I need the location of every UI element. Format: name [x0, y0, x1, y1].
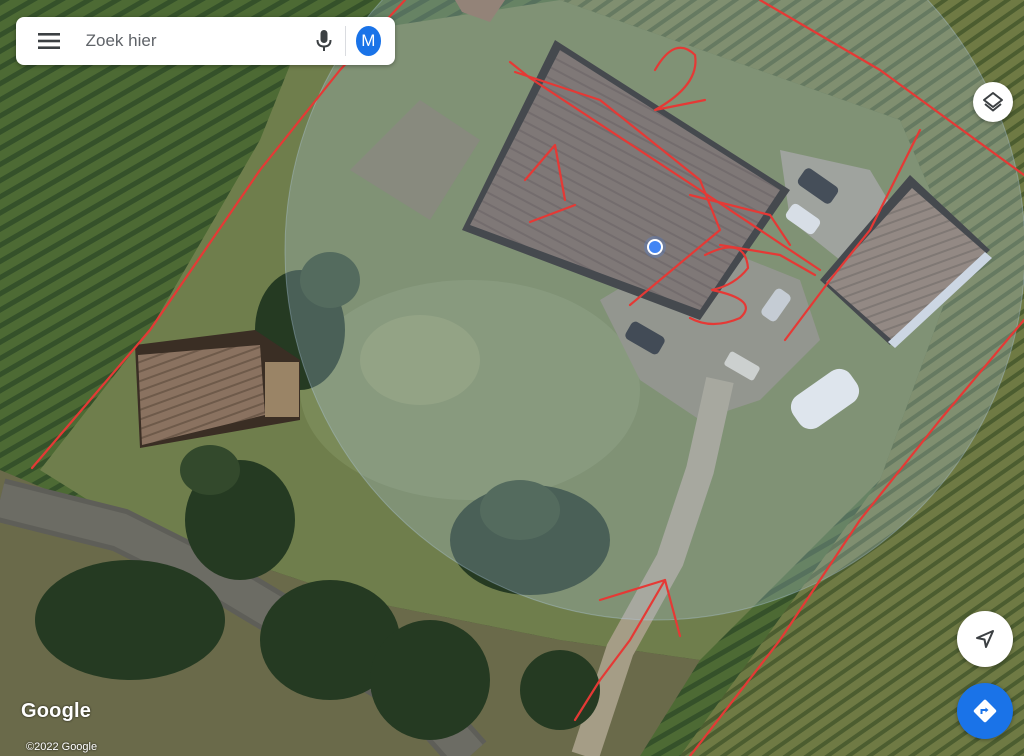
menu-button[interactable]	[32, 21, 66, 61]
search-input[interactable]	[83, 20, 309, 62]
navigation-arrow-icon	[976, 630, 994, 648]
menu-icon	[37, 33, 60, 49]
directions-icon	[973, 699, 997, 723]
layers-button[interactable]	[973, 82, 1013, 122]
layers-icon	[983, 92, 1003, 112]
map-copyright: ©2022 Google	[26, 741, 98, 753]
directions-button[interactable]	[957, 683, 1013, 739]
search-bar: M	[16, 17, 395, 65]
search-divider	[344, 26, 346, 56]
satellite-map[interactable]	[0, 0, 1024, 756]
my-location-button[interactable]	[957, 611, 1013, 667]
account-avatar[interactable]: M	[355, 26, 381, 56]
google-logo: Google	[21, 700, 92, 722]
voice-search-button[interactable]	[309, 21, 339, 61]
microphone-icon	[316, 30, 332, 51]
